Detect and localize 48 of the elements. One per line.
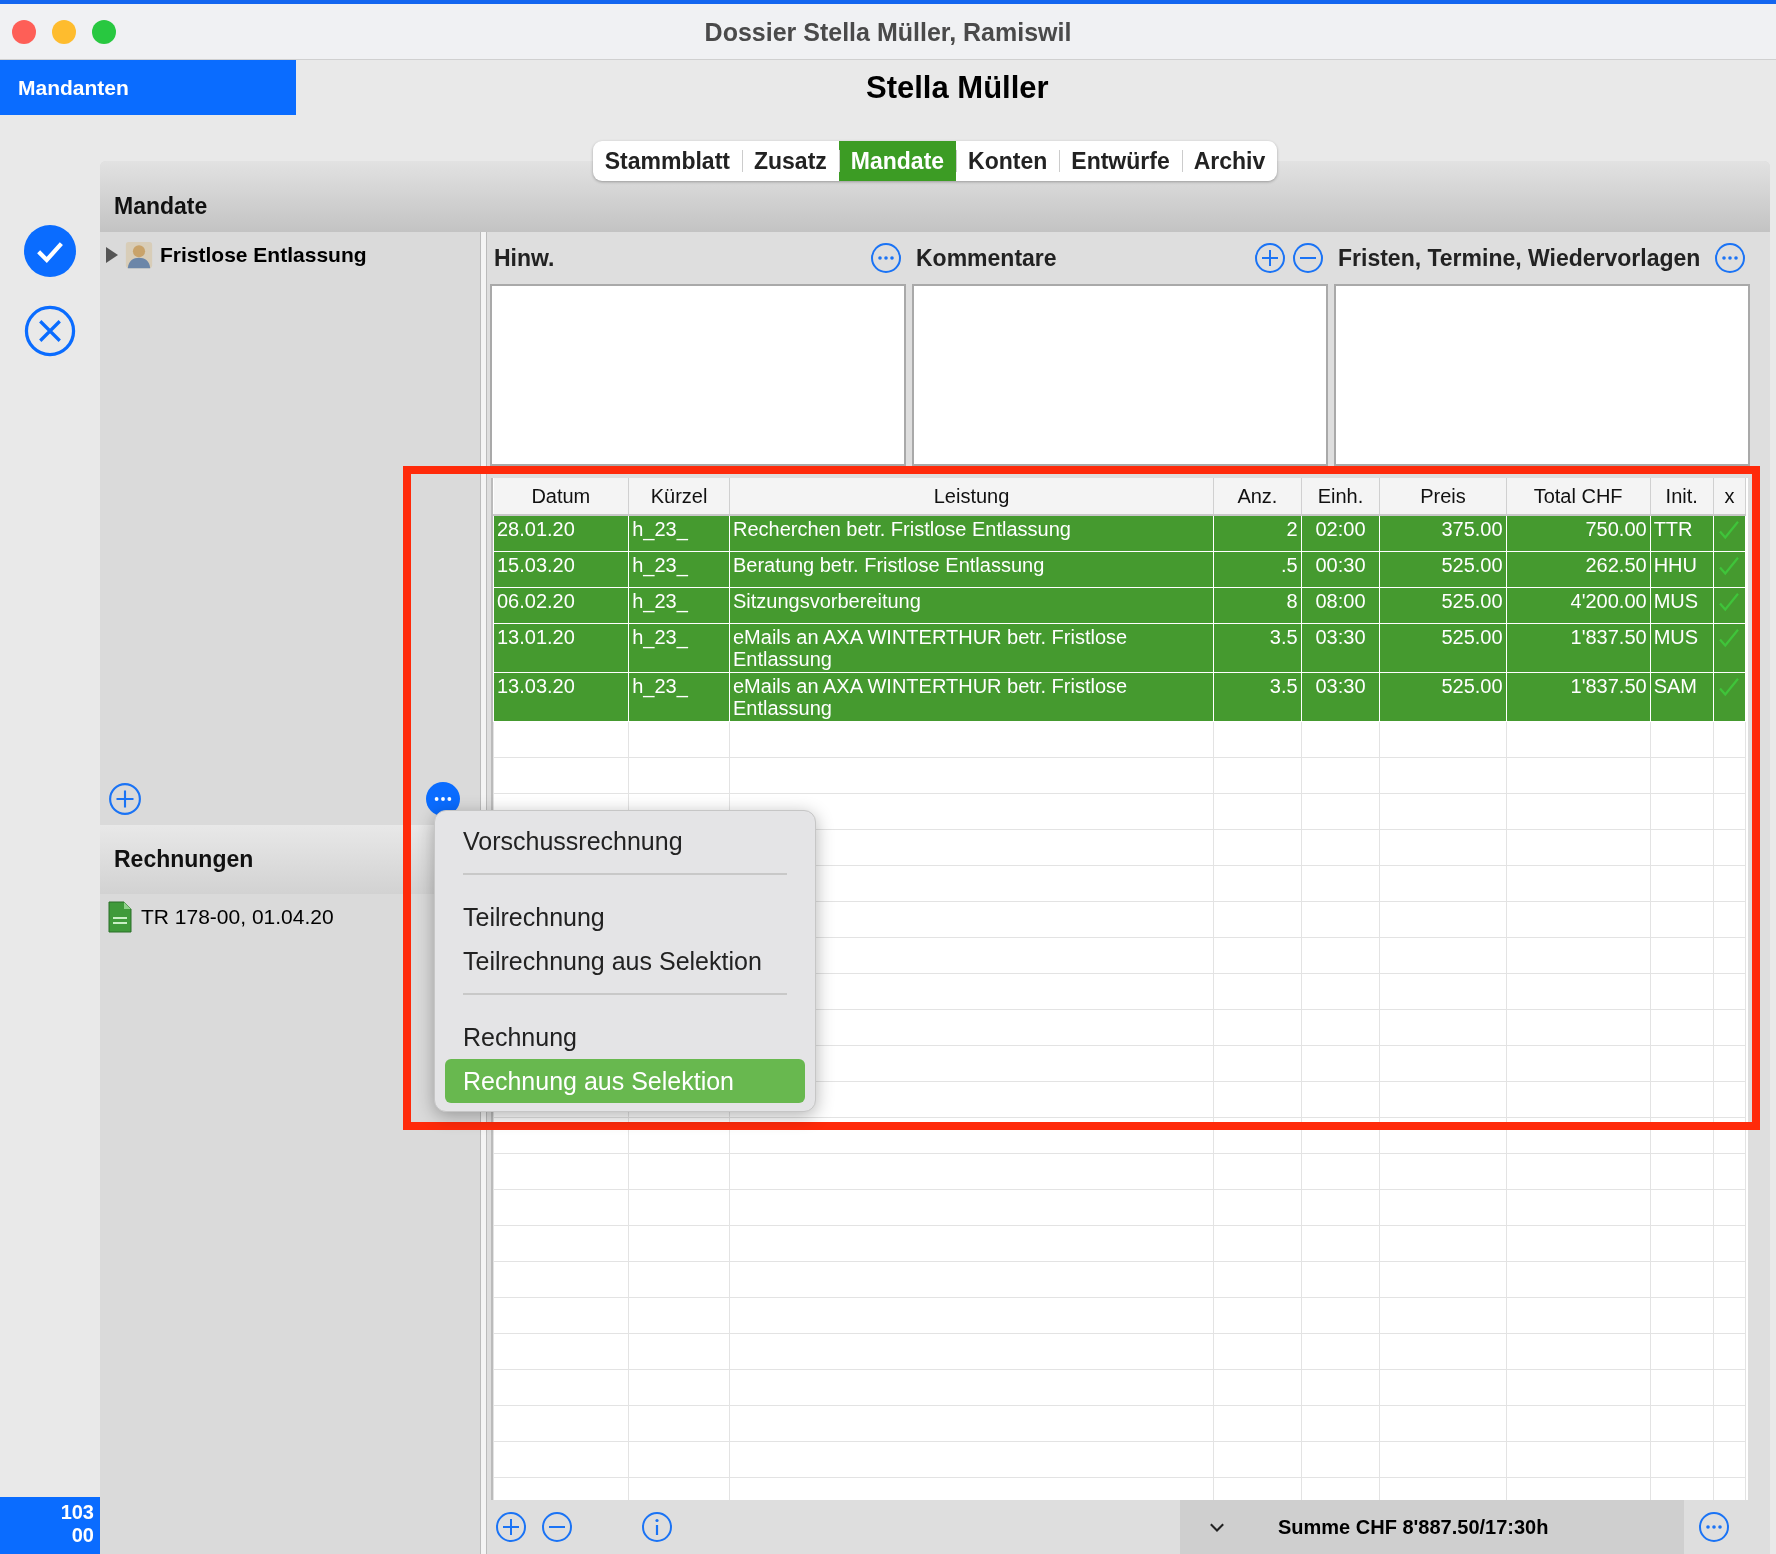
section-title: Rechnungen bbox=[114, 846, 254, 873]
table-cell: 8 bbox=[1213, 587, 1302, 624]
table-cell: 525.00 bbox=[1379, 672, 1507, 722]
table-cell: h_23_ bbox=[628, 587, 730, 624]
table-cell: MUS bbox=[1650, 623, 1714, 673]
table-cell: Sitzungsvorbereitung bbox=[729, 587, 1214, 624]
section-title: Mandate bbox=[114, 193, 208, 220]
table-cell: 1'837.50 bbox=[1506, 623, 1651, 673]
table-cell: 06.02.20 bbox=[493, 587, 629, 624]
table-cell: SAM bbox=[1650, 672, 1714, 722]
table-cell: 03:30 bbox=[1301, 672, 1380, 722]
table-cell: 2 bbox=[1213, 515, 1302, 552]
client-name: Stella Müller bbox=[866, 69, 1049, 106]
table-cell: h_23_ bbox=[628, 623, 730, 673]
table-cell: 750.00 bbox=[1506, 515, 1651, 552]
table-cell: .5 bbox=[1213, 551, 1302, 588]
table-cell: 525.00 bbox=[1379, 587, 1507, 624]
table-cell: eMails an AXA WINTERTHUR betr. Fristlose Entlassung bbox=[729, 672, 1214, 722]
panel-title: Kommentare bbox=[916, 244, 1058, 272]
table-cell: 525.00 bbox=[1379, 623, 1507, 673]
table-cell: 08:00 bbox=[1301, 587, 1380, 624]
table-cell: TTR bbox=[1650, 515, 1714, 552]
table-cell: 3.5 bbox=[1213, 623, 1302, 673]
table-cell: Beratung betr. Fristlose Entlassung bbox=[729, 551, 1214, 588]
table-cell: MUS bbox=[1650, 587, 1714, 624]
table-cell: 1'837.50 bbox=[1506, 672, 1651, 722]
table-cell: 00:30 bbox=[1301, 551, 1380, 588]
table-cell: 3.5 bbox=[1213, 672, 1302, 722]
table-cell: 262.50 bbox=[1506, 551, 1651, 588]
table-cell: 03:30 bbox=[1301, 623, 1380, 673]
table-cell: h_23_ bbox=[628, 551, 730, 588]
record-counter: 103 00 bbox=[0, 1497, 100, 1554]
table-cell: HHU bbox=[1650, 551, 1714, 588]
panel-title: Fristen, Termine, Wiedervorlagen bbox=[1338, 244, 1702, 272]
table-cell: 525.00 bbox=[1379, 551, 1507, 588]
table-cell: 28.01.20 bbox=[493, 515, 629, 552]
table-cell: 4'200.00 bbox=[1506, 587, 1651, 624]
table-cell: 13.01.20 bbox=[493, 623, 629, 673]
table-cell: 02:00 bbox=[1301, 515, 1380, 552]
table-cell: 15.03.20 bbox=[493, 551, 629, 588]
panel-title: Hinw. bbox=[494, 244, 556, 272]
table-cell: h_23_ bbox=[628, 515, 730, 552]
table-cell: h_23_ bbox=[628, 672, 730, 722]
sum-label: Summe CHF 8'887.50/17:30h bbox=[1278, 1515, 1549, 1539]
table-cell: 13.03.20 bbox=[493, 672, 629, 722]
window-title: Dossier Stella Müller, Ramiswil bbox=[704, 17, 1072, 48]
table-cell: 375.00 bbox=[1379, 515, 1507, 552]
table-cell: Recherchen betr. Fristlose Entlassung bbox=[729, 515, 1214, 552]
